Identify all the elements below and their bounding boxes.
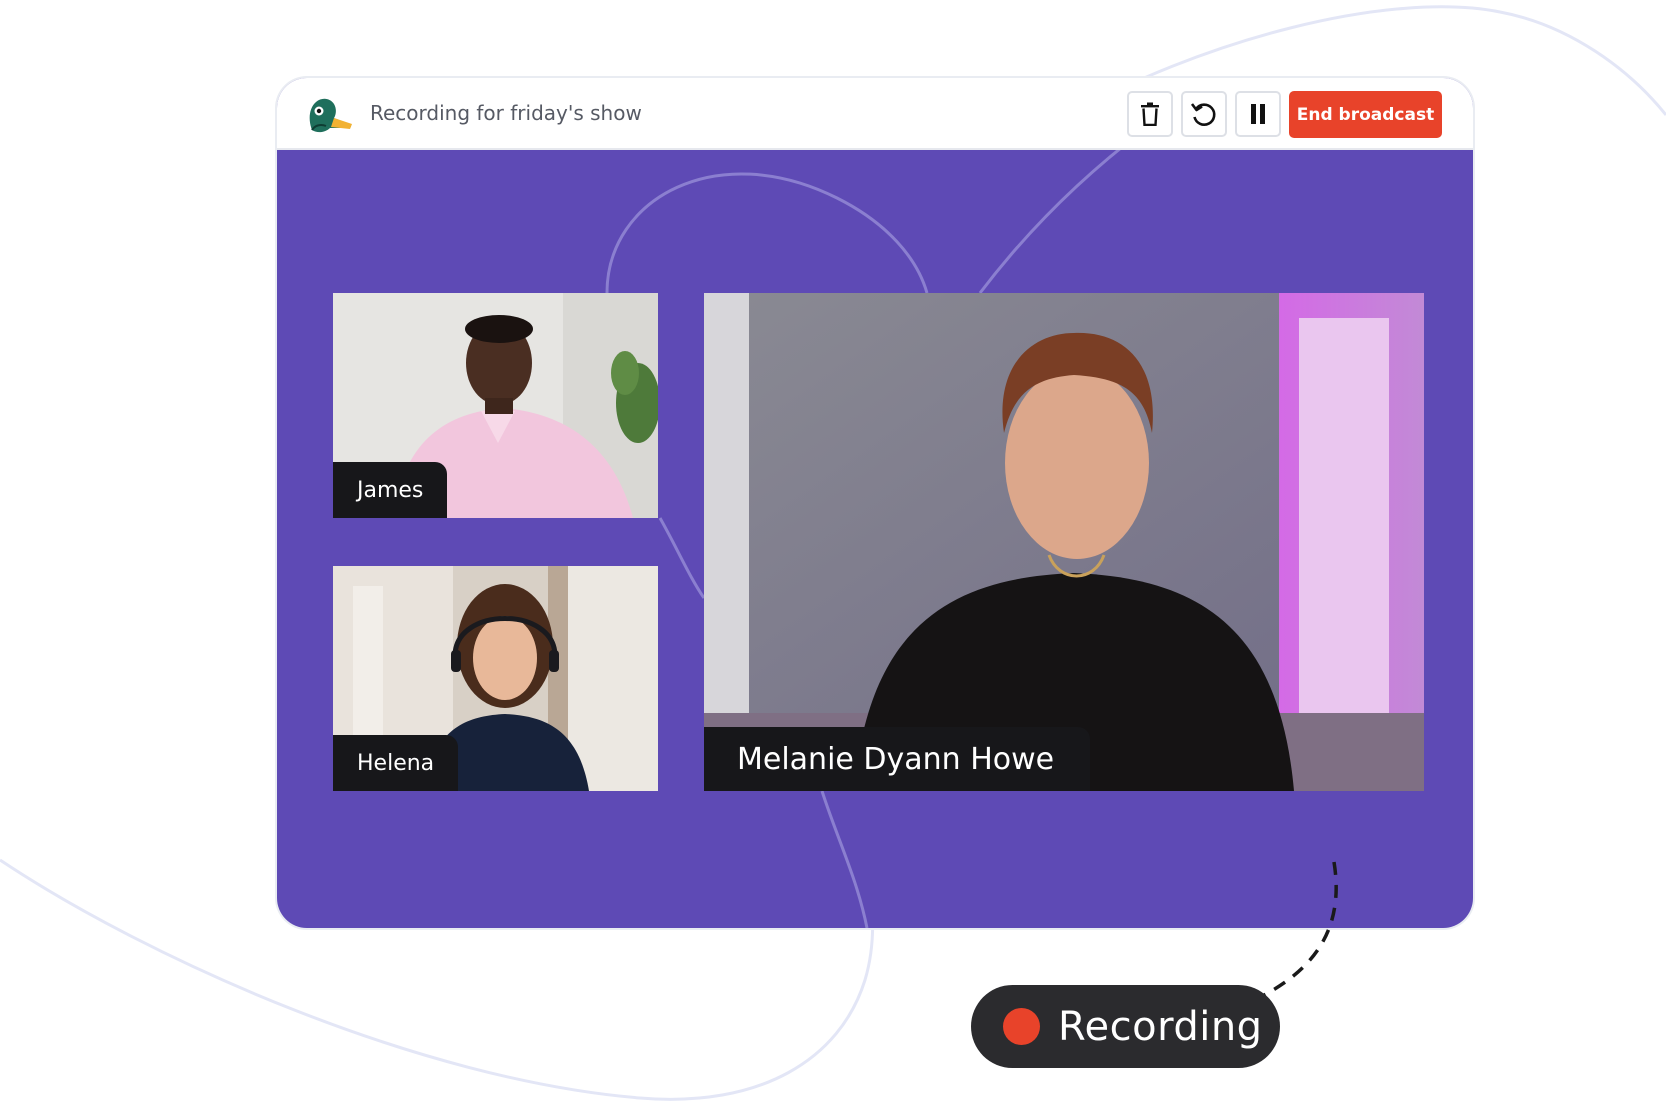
participant-video-melanie — [704, 293, 1424, 791]
recording-dot-icon — [1003, 1008, 1040, 1045]
participant-tile-melanie[interactable]: Melanie Dyann Howe — [704, 293, 1424, 791]
pause-icon — [1251, 104, 1265, 124]
window-title: Recording for friday's show — [370, 101, 642, 125]
broadcast-window: Recording for friday's show End broadcas… — [277, 78, 1473, 928]
participant-tile-james[interactable]: James — [333, 293, 658, 518]
trash-icon — [1141, 102, 1159, 126]
participant-name-tag: James — [333, 462, 448, 518]
delete-button[interactable] — [1127, 91, 1173, 137]
recording-status-badge: Recording — [971, 985, 1280, 1068]
end-broadcast-button[interactable]: End broadcast — [1289, 91, 1442, 138]
participant-name-tag: Melanie Dyann Howe — [704, 727, 1091, 791]
recording-status-label: Recording — [1058, 1003, 1263, 1050]
duck-logo-icon — [309, 98, 352, 133]
restart-icon — [1190, 103, 1216, 126]
page-canvas: Recording for friday's show End broadcas… — [0, 0, 1666, 1110]
restart-button[interactable] — [1181, 91, 1227, 137]
title-bar: Recording for friday's show End broadcas… — [277, 78, 1473, 150]
participant-tile-helena[interactable]: Helena — [333, 566, 658, 791]
pause-button[interactable] — [1235, 91, 1281, 137]
participant-name-tag: Helena — [333, 735, 459, 791]
